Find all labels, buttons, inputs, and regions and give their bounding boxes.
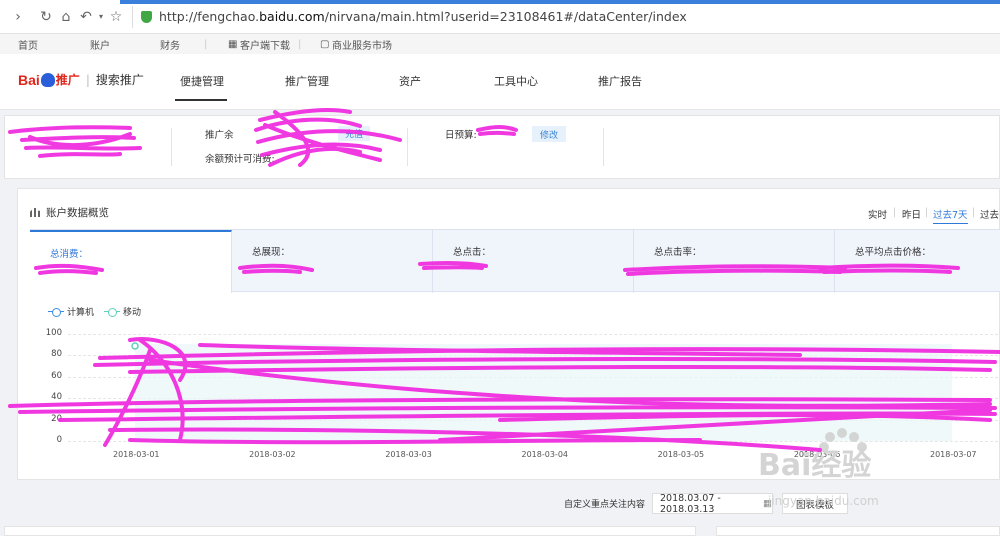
baidu-jingyan-watermark: Bai经验 jingyan.baidu.com — [758, 428, 879, 508]
lower-card-left — [4, 526, 696, 536]
custom-focus-label[interactable]: 自定义重点关注内容 — [564, 497, 645, 510]
watermark-url: jingyan.baidu.com — [767, 494, 879, 508]
date-range-text: 2018.03.07 - 2018.03.13 — [660, 492, 721, 515]
series-point[interactable] — [131, 342, 139, 350]
date-range-picker[interactable]: 2018.03.07 - 2018.03.13 ▦ — [652, 492, 773, 515]
watermark-text: Bai经验 — [758, 448, 871, 483]
